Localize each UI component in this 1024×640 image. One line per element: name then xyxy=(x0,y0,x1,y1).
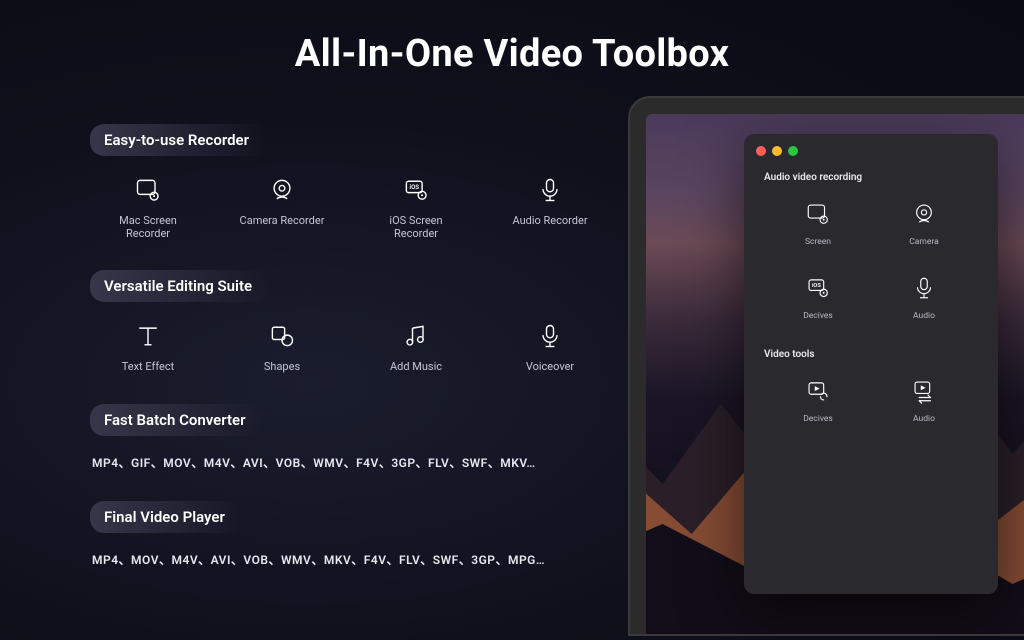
svg-text:iOS: iOS xyxy=(812,283,821,289)
macbook-frame: Audio video recording Screen Camera iOS xyxy=(628,96,1024,636)
mic-icon xyxy=(909,273,939,303)
feature-list: Easy-to-use Recorder Mac Screen Recorder… xyxy=(0,96,600,640)
camera-icon xyxy=(266,174,298,206)
window-section-title: Audio video recording xyxy=(744,166,998,195)
section-editing: Versatile Editing Suite Text Effect Shap… xyxy=(90,270,600,373)
section-converter: Fast Batch Converter MP4、GIF、MOV、M4V、AVI… xyxy=(90,404,600,471)
section-recorder: Easy-to-use Recorder Mac Screen Recorder… xyxy=(90,124,600,240)
feature-text-effect: Text Effect xyxy=(100,320,196,373)
feature-label: Voiceover xyxy=(526,360,574,373)
app-window: Audio video recording Screen Camera iOS xyxy=(744,134,998,594)
music-icon xyxy=(400,320,432,352)
maximize-icon[interactable] xyxy=(788,146,798,156)
section-heading: Versatile Editing Suite xyxy=(90,270,270,302)
section-player: Final Video Player MP4、MOV、M4V、AVI、VOB、W… xyxy=(90,501,600,568)
section-heading: Final Video Player xyxy=(90,501,243,533)
feature-label: Text Effect xyxy=(122,360,175,373)
feature-ios-screen-recorder: iOS iOS Screen Recorder xyxy=(368,174,464,240)
tool-label: Camera xyxy=(909,237,938,247)
tool-screen[interactable]: Screen xyxy=(770,199,866,247)
device-mockup: Audio video recording Screen Camera iOS xyxy=(600,96,1024,640)
tool-label: Decives xyxy=(803,414,833,424)
ios-icon: iOS xyxy=(803,273,833,303)
feature-voiceover: Voiceover xyxy=(502,320,598,373)
tool-label: Decives xyxy=(803,311,833,321)
feature-label: iOS Screen Recorder xyxy=(368,214,464,240)
tool-devices[interactable]: iOS Decives xyxy=(770,273,866,321)
mic-icon xyxy=(534,320,566,352)
feature-audio-recorder: Audio Recorder xyxy=(502,174,598,240)
section-heading: Fast Batch Converter xyxy=(90,404,264,436)
section-heading: Easy-to-use Recorder xyxy=(90,124,267,156)
feature-add-music: Add Music xyxy=(368,320,464,373)
window-section-title: Video tools xyxy=(744,343,998,372)
screen-icon xyxy=(132,174,164,206)
format-list: MP4、GIF、MOV、M4V、AVI、VOB、WMV、F4V、3GP、FLV、… xyxy=(90,454,600,471)
feature-label: Shapes xyxy=(264,360,300,373)
feature-mac-screen-recorder: Mac Screen Recorder xyxy=(100,174,196,240)
ios-icon: iOS xyxy=(400,174,432,206)
mic-icon xyxy=(534,174,566,206)
feature-label: Mac Screen Recorder xyxy=(100,214,196,240)
svg-text:iOS: iOS xyxy=(409,184,419,191)
feature-label: Audio Recorder xyxy=(512,214,587,227)
camera-icon xyxy=(909,199,939,229)
tool-label: Audio xyxy=(913,414,935,424)
tool-label: Audio xyxy=(913,311,935,321)
minimize-icon[interactable] xyxy=(772,146,782,156)
tool-camera[interactable]: Camera xyxy=(876,199,972,247)
close-icon[interactable] xyxy=(756,146,766,156)
page-title: All-In-One Video Toolbox xyxy=(0,0,1024,76)
tool-convert[interactable]: Audio xyxy=(876,376,972,424)
window-controls[interactable] xyxy=(744,146,998,156)
feature-shapes: Shapes xyxy=(234,320,330,373)
convert-icon xyxy=(909,376,939,406)
feature-camera-recorder: Camera Recorder xyxy=(234,174,330,240)
text-icon xyxy=(132,320,164,352)
edit-icon xyxy=(803,376,833,406)
tool-edit[interactable]: Decives xyxy=(770,376,866,424)
feature-label: Add Music xyxy=(390,360,442,373)
tool-audio[interactable]: Audio xyxy=(876,273,972,321)
format-list: MP4、MOV、M4V、AVI、VOB、WMV、MKV、F4V、FLV、SWF、… xyxy=(90,551,600,568)
tool-label: Screen xyxy=(805,237,831,247)
feature-label: Camera Recorder xyxy=(240,214,325,227)
shapes-icon xyxy=(266,320,298,352)
screen-icon xyxy=(803,199,833,229)
